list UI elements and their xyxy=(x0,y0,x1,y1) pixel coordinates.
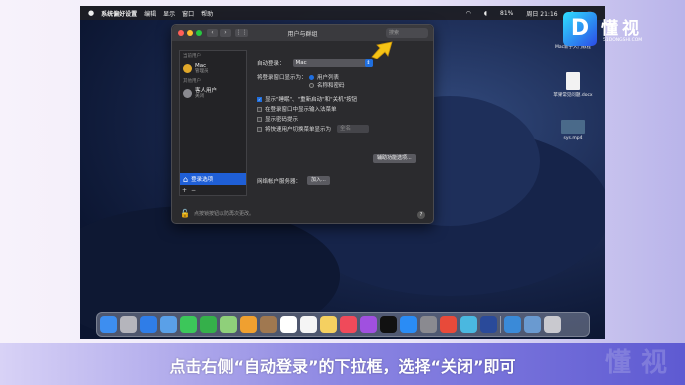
messages-icon[interactable] xyxy=(180,316,197,333)
guest-role: 关闭 xyxy=(195,94,204,99)
close-button[interactable] xyxy=(178,30,184,36)
battery-percent[interactable]: 81% xyxy=(500,10,513,17)
user-item-guest[interactable]: 客人用户 关闭 xyxy=(180,86,246,101)
user-avatar xyxy=(183,64,192,73)
add-user-button[interactable]: + xyxy=(182,187,187,194)
app-icon-blue[interactable] xyxy=(480,316,497,333)
wifi-icon[interactable]: ◠ xyxy=(466,10,471,17)
minimize-button[interactable] xyxy=(187,30,193,36)
trash-icon[interactable] xyxy=(544,316,561,333)
app-icon-cyan[interactable] xyxy=(460,316,477,333)
current-user-heading: 当前用户 xyxy=(183,54,201,59)
brand-domain: 51DONGSHI.COM xyxy=(603,38,643,43)
video-icon xyxy=(561,120,585,134)
users-sidebar: 当前用户 Mac 管理员 其他用户 客人用户 关闭 ⌂ 登录选项 + − xyxy=(179,50,247,196)
radio-user-list[interactable] xyxy=(309,74,314,80)
subtitle-text: 点击右侧“自动登录”的下拉框，选择“关闭”即可 xyxy=(169,357,516,376)
login-options-item[interactable]: ⌂ 登录选项 xyxy=(180,173,246,185)
forward-button[interactable]: › xyxy=(220,29,231,37)
tv-icon[interactable] xyxy=(380,316,397,333)
mac-desktop: ● 系统偏好设置 编辑 显示 窗口 帮助 ◠ ◖ 81% 周日 21:16 ⌕ … xyxy=(80,6,605,339)
grid-view-icon[interactable]: ⋮⋮ xyxy=(235,29,248,37)
other-users-heading: 其他用户 xyxy=(183,79,201,84)
menu-help[interactable]: 帮助 xyxy=(201,9,213,18)
radio-name-password[interactable] xyxy=(309,82,314,88)
facetime-icon[interactable] xyxy=(200,316,217,333)
lock-text: 点按锁按钮以防再次更改。 xyxy=(193,211,254,217)
login-options-panel: 自动登录： Mac ⇕ 将登录窗口显示为： 用户列表 名称和密码 ✓ 显示"睡眠… xyxy=(257,47,427,197)
add-remove-controls: + − xyxy=(180,185,200,195)
maps-icon[interactable] xyxy=(220,316,237,333)
help-button[interactable]: ? xyxy=(417,211,425,219)
guest-avatar xyxy=(183,89,192,98)
brand-logo: D 懂视 51DONGSHI.COM xyxy=(563,12,683,52)
join-button[interactable]: 加入... xyxy=(307,176,330,185)
auto-login-select[interactable]: Mac ⇕ xyxy=(292,59,373,67)
fast-switch-select[interactable]: 全名 xyxy=(337,125,370,133)
checkbox-show-buttons[interactable]: ✓ xyxy=(257,96,262,102)
chevron-updown-icon[interactable]: ⇕ xyxy=(364,59,373,67)
volume-icon[interactable]: ◖ xyxy=(484,10,487,17)
calendar-icon[interactable] xyxy=(280,316,297,333)
user-role: 管理员 xyxy=(195,69,209,74)
brand-name: 懂视 xyxy=(601,19,643,39)
downloads-folder-icon[interactable] xyxy=(504,316,521,333)
dock-separator xyxy=(500,316,501,333)
menu-bar: ● 系统偏好设置 编辑 显示 窗口 帮助 ◠ ◖ 81% 周日 21:16 ⌕ … xyxy=(80,6,605,20)
screenshots-folder-icon[interactable] xyxy=(524,316,541,333)
finder-icon[interactable] xyxy=(100,316,117,333)
auto-login-label: 自动登录： xyxy=(257,61,285,67)
launchpad-icon[interactable] xyxy=(120,316,137,333)
music-icon[interactable] xyxy=(340,316,357,333)
checkbox-input-menu[interactable] xyxy=(257,106,262,112)
lock-row: 🔓 点按锁按钮以防再次更改。 xyxy=(180,209,254,218)
checkbox-password-hints[interactable] xyxy=(257,116,262,122)
dock xyxy=(96,312,590,337)
menu-view[interactable]: 显示 xyxy=(163,9,175,18)
mail-icon[interactable] xyxy=(160,316,177,333)
back-button[interactable]: ‹ xyxy=(207,29,218,37)
desktop-file-faq[interactable]: 苹果常见问题.docx xyxy=(543,72,603,98)
display-login-label: 将登录窗口显示为： xyxy=(257,75,307,81)
podcasts-icon[interactable] xyxy=(360,316,377,333)
docx-icon xyxy=(566,72,580,90)
network-server-label: 网络帐户服务器： xyxy=(257,178,302,185)
reminders-icon[interactable] xyxy=(300,316,317,333)
logo-mark-icon: D xyxy=(563,12,597,46)
subtitle-bar: 点击右侧“自动登录”的下拉框，选择“关闭”即可 xyxy=(0,343,685,385)
app-icon-red[interactable] xyxy=(440,316,457,333)
contacts-icon[interactable] xyxy=(260,316,277,333)
clock[interactable]: 周日 21:16 xyxy=(526,9,557,18)
system-preferences-icon[interactable] xyxy=(420,316,437,333)
login-options-label: 登录选项 xyxy=(191,177,214,183)
house-icon: ⌂ xyxy=(183,174,189,184)
notes-icon[interactable] xyxy=(320,316,337,333)
pointer-arrow-annotation xyxy=(371,41,393,59)
apple-icon[interactable]: ● xyxy=(88,9,94,17)
safari-icon[interactable] xyxy=(140,316,157,333)
remove-user-button[interactable]: − xyxy=(191,187,196,194)
menu-app-name[interactable]: 系统偏好设置 xyxy=(101,9,137,18)
menu-window[interactable]: 窗口 xyxy=(182,9,194,18)
user-item-mac[interactable]: Mac 管理员 xyxy=(180,61,246,76)
lock-icon[interactable]: 🔓 xyxy=(180,209,190,218)
zoom-button[interactable] xyxy=(196,30,202,36)
checkbox-fast-switch[interactable] xyxy=(257,126,262,132)
accessibility-options-button[interactable]: 辅助功能选项... xyxy=(373,154,416,163)
menu-edit[interactable]: 编辑 xyxy=(144,9,156,18)
search-field[interactable]: 搜索 xyxy=(386,28,428,38)
watermark: 懂视 xyxy=(604,348,677,378)
photos-icon[interactable] xyxy=(240,316,257,333)
app-store-icon[interactable] xyxy=(400,316,417,333)
desktop-file-video[interactable]: sys.mp4 xyxy=(543,120,603,141)
video-frame: ● 系统偏好设置 编辑 显示 窗口 帮助 ◠ ◖ 81% 周日 21:16 ⌕ … xyxy=(0,0,685,385)
